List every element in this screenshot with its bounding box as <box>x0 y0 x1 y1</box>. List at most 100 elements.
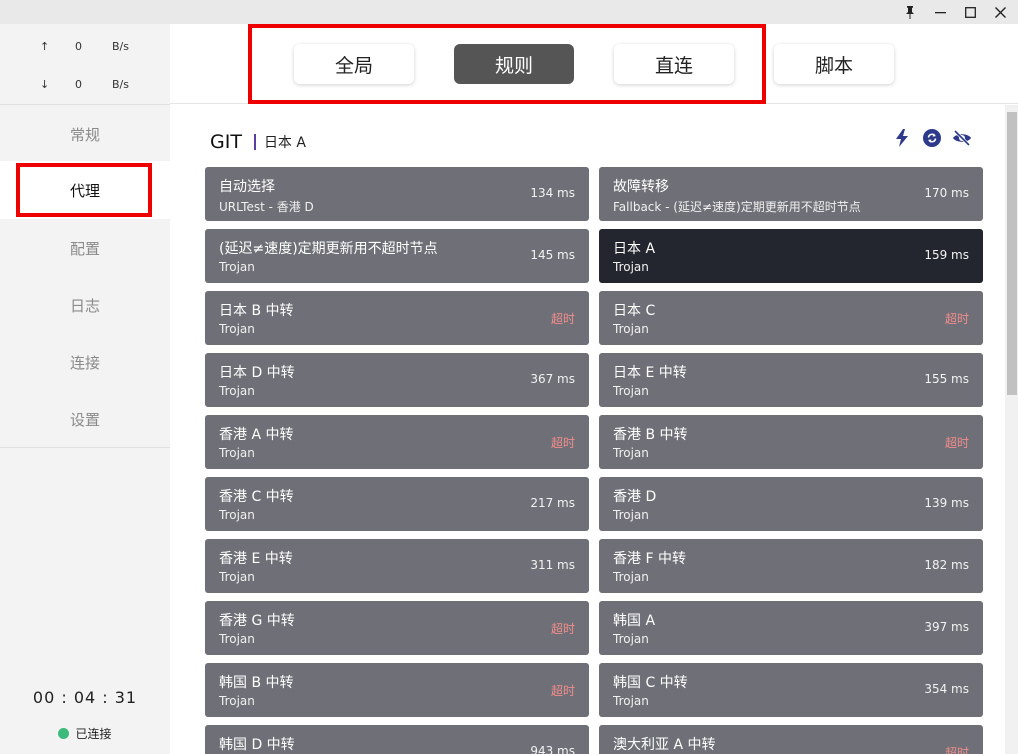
sidebar-divider <box>0 447 170 448</box>
proxy-name: 香港 G 中转 <box>219 613 295 629</box>
proxy-type: Trojan <box>219 508 255 522</box>
proxy-name: 日本 A <box>613 241 656 257</box>
proxy-name: 香港 F 中转 <box>613 551 686 567</box>
proxy-delay[interactable]: 170 ms <box>924 186 969 200</box>
proxy-name: 韩国 B 中转 <box>219 675 294 691</box>
sidebar-item-general[interactable]: 常规 <box>0 114 170 154</box>
download-value: 0 <box>75 78 82 91</box>
proxy-name: 日本 D 中转 <box>219 365 295 381</box>
sidebar-item-connections[interactable]: 连接 <box>0 342 170 382</box>
proxy-delay[interactable]: 139 ms <box>924 496 969 510</box>
close-button[interactable] <box>990 2 1010 22</box>
proxy-card[interactable]: 日本 A Trojan 159 ms <box>599 229 983 283</box>
proxy-name: 香港 B 中转 <box>613 427 688 443</box>
group-divider <box>253 134 256 150</box>
proxy-name: 香港 D <box>613 489 657 505</box>
maximize-button[interactable] <box>960 2 980 22</box>
download-speed: ↓ 0 B/s <box>0 76 170 96</box>
upload-speed: ↑ 0 B/s <box>0 38 170 58</box>
proxy-type: Trojan <box>613 384 649 398</box>
proxy-type: Trojan <box>613 694 649 708</box>
proxy-name: (延迟≠速度)定期更新用不超时节点 <box>219 241 438 257</box>
sidebar: ↑ 0 B/s ↓ 0 B/s 常规 代理 配置 日志 连接 设置 00 : 0… <box>0 24 170 754</box>
sidebar-divider <box>0 104 170 105</box>
proxy-delay[interactable]: 超时 <box>945 744 969 754</box>
proxy-delay[interactable]: 超时 <box>945 434 969 451</box>
proxy-name: 自动选择 <box>219 179 275 195</box>
proxy-card[interactable]: 韩国 B 中转 Trojan 超时 <box>205 663 589 717</box>
proxy-card[interactable]: 日本 D 中转 Trojan 367 ms <box>205 353 589 407</box>
proxy-card[interactable]: 香港 D Trojan 139 ms <box>599 477 983 531</box>
proxy-delay[interactable]: 217 ms <box>530 496 575 510</box>
proxy-card[interactable]: 自动选择 URLTest - 香港 D 134 ms <box>205 167 589 221</box>
proxy-delay[interactable]: 超时 <box>551 682 575 699</box>
proxy-name: 日本 C <box>613 303 656 319</box>
status-label: 已连接 <box>75 727 112 741</box>
sidebar-item-settings[interactable]: 设置 <box>0 399 170 439</box>
proxy-type: Trojan <box>219 570 255 584</box>
proxy-card[interactable]: 澳大利亚 A 中转Trojan超时 <box>599 725 983 754</box>
status-dot-icon <box>58 728 70 739</box>
proxy-type: Trojan <box>613 632 649 646</box>
proxy-type: Trojan <box>219 632 255 646</box>
proxy-card[interactable]: 香港 E 中转 Trojan 311 ms <box>205 539 589 593</box>
sidebar-item-profiles[interactable]: 配置 <box>0 228 170 268</box>
proxy-name: 澳大利亚 A 中转 <box>613 737 716 753</box>
proxy-delay[interactable]: 超时 <box>551 310 575 327</box>
proxy-type: Trojan <box>613 260 649 274</box>
proxy-delay[interactable]: 182 ms <box>924 558 969 572</box>
proxy-name: 日本 B 中转 <box>219 303 294 319</box>
proxy-delay[interactable]: 145 ms <box>530 248 575 262</box>
minimize-button[interactable] <box>930 2 950 22</box>
sidebar-item-proxy[interactable]: 代理 <box>0 170 170 210</box>
proxy-delay[interactable]: 超时 <box>551 620 575 637</box>
group-selected-proxy: 日本 A <box>263 135 306 151</box>
mode-direct-button[interactable]: 直连 <box>614 44 734 84</box>
download-arrow-icon: ↓ <box>40 78 50 91</box>
proxy-name: 香港 C 中转 <box>219 489 294 505</box>
proxy-card[interactable]: 香港 A 中转 Trojan 超时 <box>205 415 589 469</box>
pin-icon[interactable] <box>900 2 920 22</box>
proxy-delay[interactable]: 155 ms <box>924 372 969 386</box>
proxy-card[interactable]: 香港 B 中转 Trojan 超时 <box>599 415 983 469</box>
proxy-delay[interactable]: 354 ms <box>924 682 969 696</box>
mode-global-button[interactable]: 全局 <box>294 44 414 84</box>
proxy-delay[interactable]: 超时 <box>945 310 969 327</box>
proxy-name: 香港 A 中转 <box>219 427 294 443</box>
upload-arrow-icon: ↑ <box>40 40 50 53</box>
proxy-name: 韩国 A <box>613 613 656 629</box>
proxy-card[interactable]: 日本 B 中转 Trojan 超时 <box>205 291 589 345</box>
mode-bar: 全局 规则 直连 脚本 <box>170 24 1018 104</box>
scrollbar-thumb[interactable] <box>1007 112 1017 395</box>
proxy-card[interactable]: 日本 C Trojan 超时 <box>599 291 983 345</box>
proxy-card[interactable]: 韩国 A Trojan 397 ms <box>599 601 983 655</box>
proxy-name: 香港 E 中转 <box>219 551 293 567</box>
proxy-card[interactable]: 香港 G 中转 Trojan 超时 <box>205 601 589 655</box>
proxy-card[interactable]: 韩国 C 中转 Trojan 354 ms <box>599 663 983 717</box>
mode-script-button[interactable]: 脚本 <box>774 44 894 84</box>
proxy-card[interactable]: 韩国 D 中转Trojan943 ms <box>205 725 589 754</box>
proxy-delay[interactable]: 超时 <box>551 434 575 451</box>
upload-unit: B/s <box>112 40 129 53</box>
proxy-card[interactable]: (延迟≠速度)定期更新用不超时节点 Trojan 145 ms <box>205 229 589 283</box>
proxy-delay[interactable]: 943 ms <box>530 744 575 754</box>
proxy-delay[interactable]: 159 ms <box>924 248 969 262</box>
eye-off-icon[interactable] <box>952 128 972 148</box>
proxy-card[interactable]: 日本 E 中转 Trojan 155 ms <box>599 353 983 407</box>
proxy-delay[interactable]: 397 ms <box>924 620 969 634</box>
proxy-card[interactable]: 故障转移 Fallback - (延迟≠速度)定期更新用不超时节点 170 ms <box>599 167 983 221</box>
refresh-icon[interactable] <box>922 128 942 148</box>
proxy-delay[interactable]: 367 ms <box>530 372 575 386</box>
proxy-name: 故障转移 <box>613 179 669 195</box>
sidebar-item-logs[interactable]: 日志 <box>0 285 170 325</box>
title-bar <box>0 0 1018 24</box>
proxy-delay[interactable]: 311 ms <box>530 558 575 572</box>
mode-rule-button[interactable]: 规则 <box>454 44 574 84</box>
proxy-delay[interactable]: 134 ms <box>530 186 575 200</box>
proxy-type: Trojan <box>219 384 255 398</box>
lightning-icon[interactable] <box>892 128 912 148</box>
proxy-type: Trojan <box>613 322 649 336</box>
connection-status: 已连接 <box>0 725 170 742</box>
proxy-card[interactable]: 香港 C 中转 Trojan 217 ms <box>205 477 589 531</box>
proxy-card[interactable]: 香港 F 中转 Trojan 182 ms <box>599 539 983 593</box>
